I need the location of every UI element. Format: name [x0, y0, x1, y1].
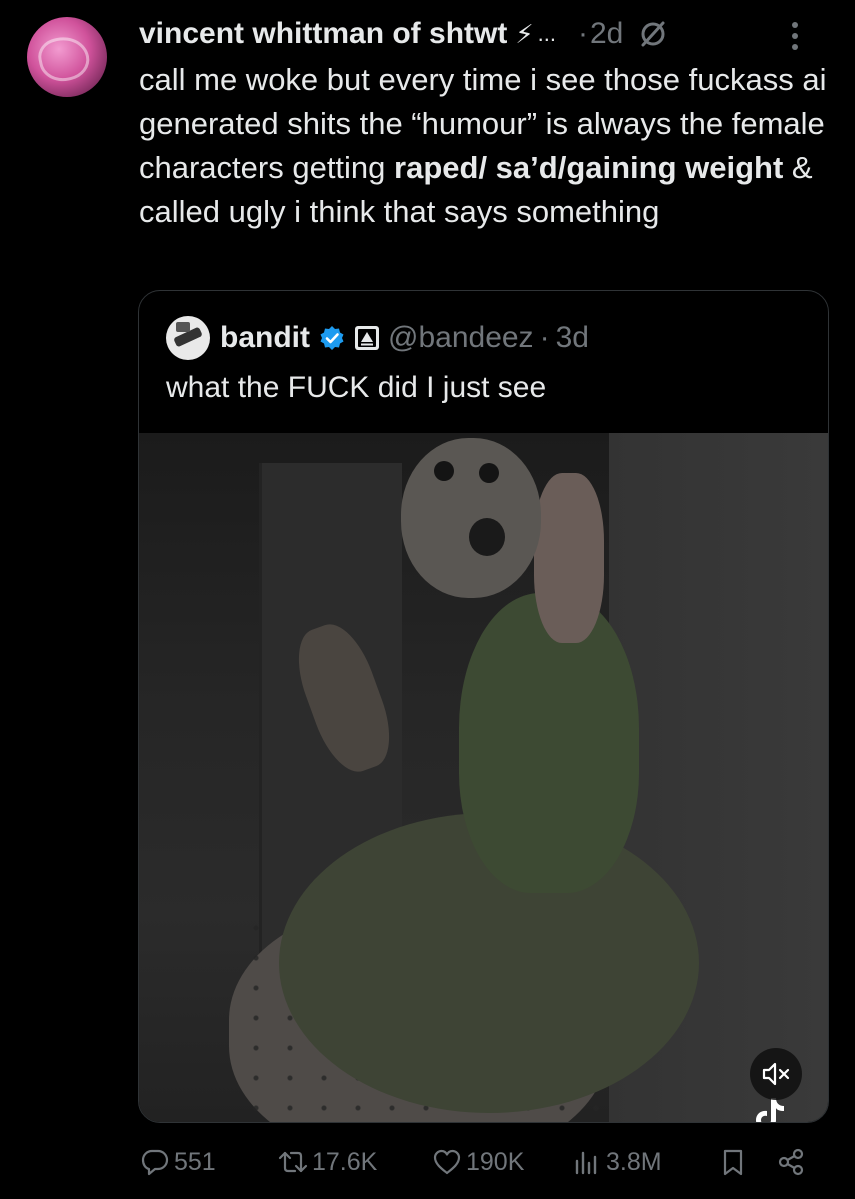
lightning-bolt-icon: ⚡ [515, 18, 534, 49]
video-figure-head [401, 438, 541, 598]
video-figure-mouth [469, 518, 505, 556]
quoted-text: what the FUCK did I just see [166, 371, 547, 404]
author-name[interactable]: vincent whittman of shtwt [139, 17, 507, 51]
reply-icon [141, 1149, 169, 1176]
affiliate-icon [355, 326, 379, 350]
name-truncation: ... [537, 21, 556, 46]
video-figure-eye [479, 463, 499, 483]
quoted-timestamp[interactable]: 3d [556, 321, 589, 355]
quoted-handle[interactable]: @bandeez [388, 321, 534, 355]
emptyset-icon [641, 21, 665, 47]
share-button[interactable] [776, 1140, 806, 1184]
like-icon [433, 1149, 461, 1175]
post-timestamp[interactable]: 2d [590, 17, 623, 51]
like-count: 190K [466, 1147, 525, 1176]
post-header: vincent whittman of shtwt ⚡ ... · 2d [139, 12, 835, 56]
repost-button[interactable]: 17.6K [278, 1140, 377, 1184]
post-text-bold: raped/ sa’d/gaining weight [394, 150, 784, 185]
reply-button[interactable]: 551 [140, 1140, 216, 1184]
video-figure-torso [459, 593, 639, 893]
dot-separator: · [577, 17, 588, 50]
views-icon [575, 1151, 597, 1175]
reply-count: 551 [174, 1147, 216, 1176]
views-count: 3.8M [606, 1147, 662, 1176]
post-text: call me woke but every time i see those … [139, 58, 839, 234]
mute-icon [762, 1062, 790, 1086]
author-avatar[interactable] [27, 17, 107, 97]
share-icon [778, 1148, 804, 1176]
mute-button[interactable] [750, 1048, 802, 1100]
verified-icon [320, 326, 344, 350]
bookmark-button[interactable] [718, 1140, 748, 1184]
more-options-icon[interactable] [775, 16, 815, 56]
repost-icon [278, 1151, 308, 1173]
quoted-header: bandit @bandeez · 3d [166, 315, 589, 361]
repost-count: 17.6K [312, 1147, 378, 1176]
dot-separator: · [539, 321, 550, 354]
quoted-video[interactable] [139, 433, 828, 1122]
quoted-post[interactable]: bandit @bandeez · 3d what the FUCK did I… [138, 290, 829, 1123]
quoted-avatar[interactable] [166, 316, 210, 360]
bookmark-icon [723, 1149, 743, 1176]
video-figure-eye [434, 461, 454, 481]
action-bar: 551 17.6K 190K 3.8M [140, 1140, 820, 1184]
like-button[interactable]: 190K [432, 1140, 524, 1184]
video-figure-hair [534, 473, 604, 643]
quoted-name[interactable]: bandit [220, 321, 310, 355]
views-button[interactable]: 3.8M [572, 1140, 662, 1184]
